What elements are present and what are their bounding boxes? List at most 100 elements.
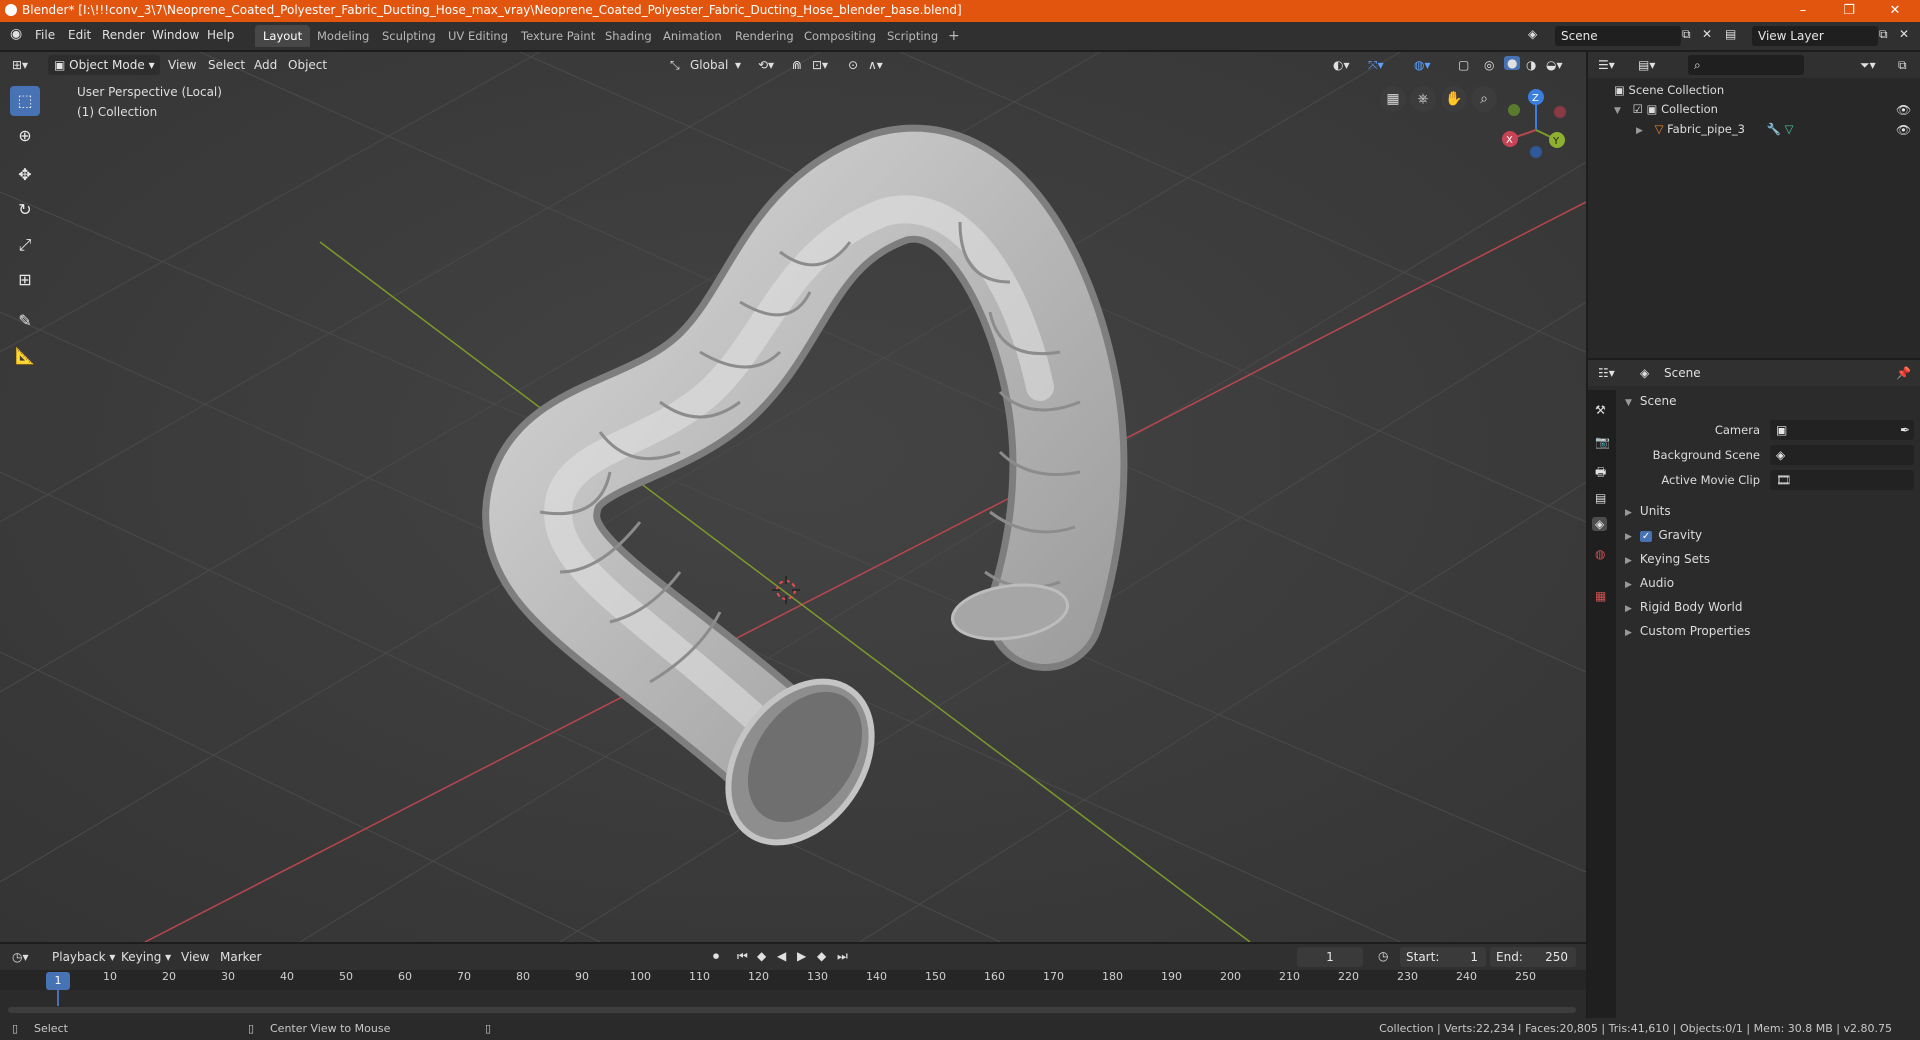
cursor-tool-icon[interactable]: ⊕ [10,121,40,151]
units-section[interactable]: ▶ Units [1625,500,1910,522]
scene-panel-header[interactable]: ▼ Scene [1625,390,1910,412]
object-expand-icon[interactable]: ▶ [1636,126,1643,136]
keying-sets-section[interactable]: ▶ Keying Sets [1625,548,1910,570]
use-preview-range-icon[interactable]: ◷ [1378,949,1388,963]
tab-texture-paint[interactable]: Texture Paint [513,25,603,47]
blender-menu-icon[interactable]: ◉ [10,26,22,42]
tab-uv-editing[interactable]: UV Editing [440,25,516,47]
current-frame-field[interactable]: 1 [1297,947,1363,967]
delete-view-layer-icon[interactable]: ✕ [1899,27,1909,41]
playback-menu[interactable]: Playback ▾ [52,950,115,964]
menu-render[interactable]: Render [102,28,145,42]
tab-animation[interactable]: Animation [655,25,730,47]
record-icon[interactable]: ⏺ [713,949,719,964]
xray-icon[interactable]: ▢ [1458,58,1469,72]
timeline-editor-type-icon[interactable]: ◷▾ [12,950,29,964]
end-frame-field[interactable]: End: 250 [1490,947,1576,967]
snap-target-icon[interactable]: ⊡▾ [812,58,828,72]
rendered-shading-icon[interactable]: ◒▾ [1546,58,1563,72]
add-workspace-button[interactable]: + [940,25,968,47]
view-layer-icon[interactable]: ▤ [1725,27,1736,41]
wireframe-shading-icon[interactable]: ◎ [1484,58,1494,72]
play-icon[interactable]: ▶ [797,949,806,963]
gizmo-toggle-icon[interactable]: ⤧▾ [1368,58,1384,73]
editor-type-icon[interactable]: ⊞▾ [12,58,28,72]
outliner-editor-type-icon[interactable]: ☰▾ [1598,58,1615,72]
tab-shading[interactable]: Shading [597,25,660,47]
scene-tab-icon[interactable]: ◈ [1592,517,1608,531]
keying-menu[interactable]: Keying ▾ [121,950,171,964]
mesh-data-icon[interactable]: ▽ [1785,122,1794,136]
properties-editor-type-icon[interactable]: ☷▾ [1598,366,1615,380]
output-tab-icon[interactable]: 🖶 [1595,463,1606,484]
start-frame-field[interactable]: Start: 1 [1400,947,1486,967]
object-row[interactable]: ▶ ▽ Fabric_pipe_3 🔧 ▽ [1636,122,1793,136]
falloff-icon[interactable]: ∧▾ [868,58,883,72]
prev-keyframe-icon[interactable]: ◆ [757,949,766,963]
restore-button[interactable]: ❐ [1826,0,1872,22]
new-view-layer-icon[interactable]: ⧉ [1879,27,1888,42]
tab-sculpting[interactable]: Sculpting [374,25,444,47]
proportional-edit-icon[interactable]: ⊙ [848,58,858,72]
rotate-tool-icon[interactable]: ↻ [10,195,40,225]
menu-edit[interactable]: Edit [68,28,91,42]
world-tab-icon[interactable]: ◍ [1595,547,1605,561]
scene-field[interactable]: Scene [1555,26,1681,46]
minimize-button[interactable]: – [1780,0,1826,22]
modifier-icon[interactable]: 🔧 [1767,122,1781,136]
timeline-view-menu[interactable]: View [181,950,209,964]
collection-visibility-eye-icon[interactable]: 👁 [1896,103,1911,117]
measure-tool-icon[interactable]: 📐 [10,341,40,371]
custom-properties-section[interactable]: ▶ Custom Properties [1625,620,1910,642]
annotate-tool-icon[interactable]: ✎ [10,306,40,336]
scene-icon[interactable]: ◈ [1528,27,1537,41]
next-keyframe-icon[interactable]: ◆ [817,949,826,963]
active-movie-clip-field[interactable]: 🎞 [1770,470,1914,490]
visibility-icon[interactable]: ◐▾ [1333,58,1350,72]
collection-row[interactable]: ▼ ☑ ▣ Collection [1614,102,1718,116]
zoom-view-icon[interactable]: ⌕ [1471,86,1497,112]
texture-tab-icon[interactable]: ▦ [1595,589,1606,603]
solid-shading-icon[interactable]: ● [1504,56,1521,70]
play-reverse-icon[interactable]: ◀ [777,949,786,963]
render-tab-icon[interactable]: 📷 [1595,435,1610,449]
jump-start-icon[interactable]: ⏮ [737,949,748,964]
camera-field[interactable]: ▣ ✒ [1770,420,1914,440]
menu-view[interactable]: View [168,58,196,72]
timeline-scrollbar[interactable] [8,1007,1576,1013]
orientation-dropdown[interactable]: Global [690,58,728,72]
snap-icon[interactable]: ⋒ [792,58,802,72]
tab-layout[interactable]: Layout [255,25,311,47]
view-layer-tab-icon[interactable]: ▤ [1595,491,1606,505]
move-tool-icon[interactable]: ✥ [10,160,40,190]
jump-end-icon[interactable]: ⏭ [837,949,848,964]
filter-icon[interactable]: ⏷▾ [1860,58,1876,73]
object-mode-dropdown[interactable]: ▣ Object Mode ▾ [48,55,160,75]
tab-scripting[interactable]: Scripting [879,25,946,47]
material-shading-icon[interactable]: ◑ [1526,58,1536,72]
menu-window[interactable]: Window [152,28,199,42]
tab-rendering[interactable]: Rendering [727,25,802,47]
new-scene-icon[interactable]: ⧉ [1682,27,1691,42]
menu-object[interactable]: Object [288,58,327,72]
gravity-checkbox-icon[interactable]: ✓ [1639,531,1653,542]
collection-expand-icon[interactable]: ▼ [1614,106,1621,116]
pan-view-icon[interactable]: ✋ [1441,86,1467,112]
delete-scene-icon[interactable]: ✕ [1702,27,1712,41]
marker-menu[interactable]: Marker [220,950,261,964]
tool-tab-icon[interactable]: ⚒ [1595,403,1606,417]
display-mode-icon[interactable]: ▤▾ [1638,58,1655,72]
audio-section[interactable]: ▶ Audio [1625,572,1910,594]
scene-collection-row[interactable]: ▣ Scene Collection [1614,83,1724,97]
camera-view-icon[interactable]: ⎈ [1410,86,1436,112]
select-box-tool-icon[interactable]: ⬚ [10,86,40,116]
tab-modeling[interactable]: Modeling [309,25,377,47]
object-visibility-eye-icon[interactable]: 👁 [1896,123,1911,137]
menu-select[interactable]: Select [208,58,245,72]
menu-help[interactable]: Help [207,28,234,42]
new-collection-icon[interactable]: ⧉ [1898,58,1907,73]
transform-tool-icon[interactable]: ⊞ [10,265,40,295]
tab-compositing[interactable]: Compositing [796,25,884,47]
pivot-point-icon[interactable]: ⟲▾ [758,58,774,72]
3d-viewport[interactable]: Z X Y [0,52,1586,942]
